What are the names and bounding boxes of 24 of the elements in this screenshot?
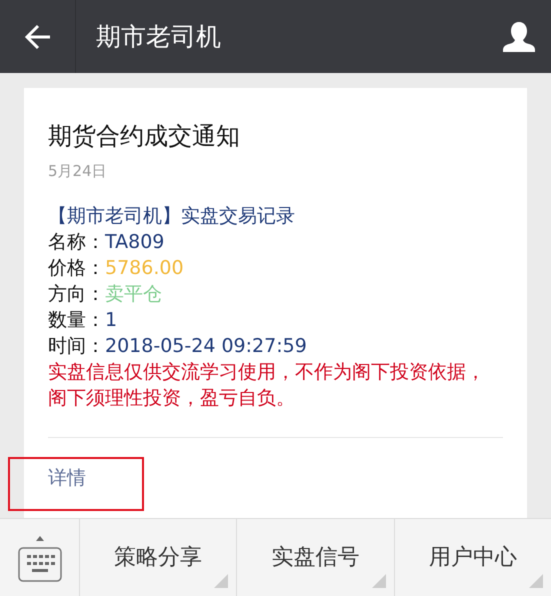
menu-tab[interactable]: 用户中心 [394,519,551,596]
details-link[interactable]: 详情 [48,464,86,492]
field-label: 名称： [48,230,105,254]
field-label: 时间： [48,334,105,358]
field-value: 5786.00 [105,256,184,280]
record-heading: 【期市老司机】实盘交易记录 [48,204,296,228]
message-date: 5月24日 [48,161,108,182]
field-value: 1 [105,308,118,332]
person-icon [502,20,536,52]
disclaimer-text: 实盘信息仅供交流学习使用，不作为阁下投资依据，阁下须理性投资，盈亏自负。 [48,360,486,410]
submenu-corner-icon [372,574,386,588]
message-title: 期货合约成交通知 [48,121,241,152]
submenu-corner-icon [528,574,543,588]
field-label: 数量： [48,308,105,332]
submenu-corner-icon [214,574,228,588]
field-value: TA809 [105,230,164,254]
field-value: 卖平仓 [105,282,162,306]
field-label: 价格： [48,256,105,280]
menu-tab[interactable]: 实盘信号 [237,519,395,596]
back-arrow-icon [24,22,52,50]
field-label: 方向： [48,282,105,306]
menu-tab[interactable]: 策略分享 [80,519,238,596]
field-value: 2018-05-24 09:27:59 [105,334,307,358]
chat-title: 期市老司机 [96,20,221,53]
